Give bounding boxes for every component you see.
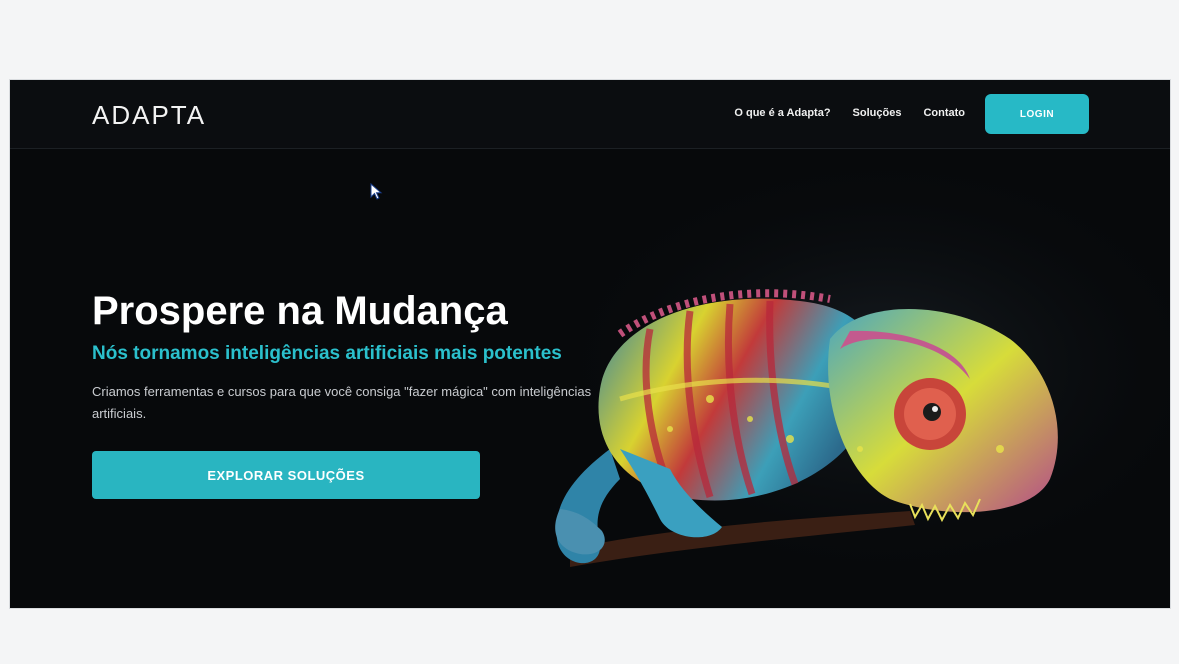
login-button[interactable]: LOGIN [985,94,1089,134]
hero-subtitle: Nós tornamos inteligências artificiais m… [92,343,562,364]
browser-viewport: ADAPTA O que é a Adapta? Soluções Contat… [10,80,1170,608]
nav-link-contact[interactable]: Contato [923,107,965,119]
hero-section: Prospere na Mudança Nós tornamos intelig… [10,149,1170,608]
nav-links: O que é a Adapta? Soluções Contato [734,107,965,119]
hero-description: Criamos ferramentas e cursos para que vo… [92,384,592,421]
top-navbar: ADAPTA O que é a Adapta? Soluções Contat… [10,80,1170,149]
explore-solutions-button[interactable]: EXPLORAR SOLUÇÕES [92,451,480,499]
nav-link-solutions[interactable]: Soluções [853,107,902,119]
nav-link-about[interactable]: O que é a Adapta? [734,107,830,119]
hero-title: Prospere na Mudança [92,289,508,333]
chameleon-image [490,169,1170,608]
logo[interactable]: ADAPTA [92,100,206,131]
cursor-icon [370,183,383,200]
